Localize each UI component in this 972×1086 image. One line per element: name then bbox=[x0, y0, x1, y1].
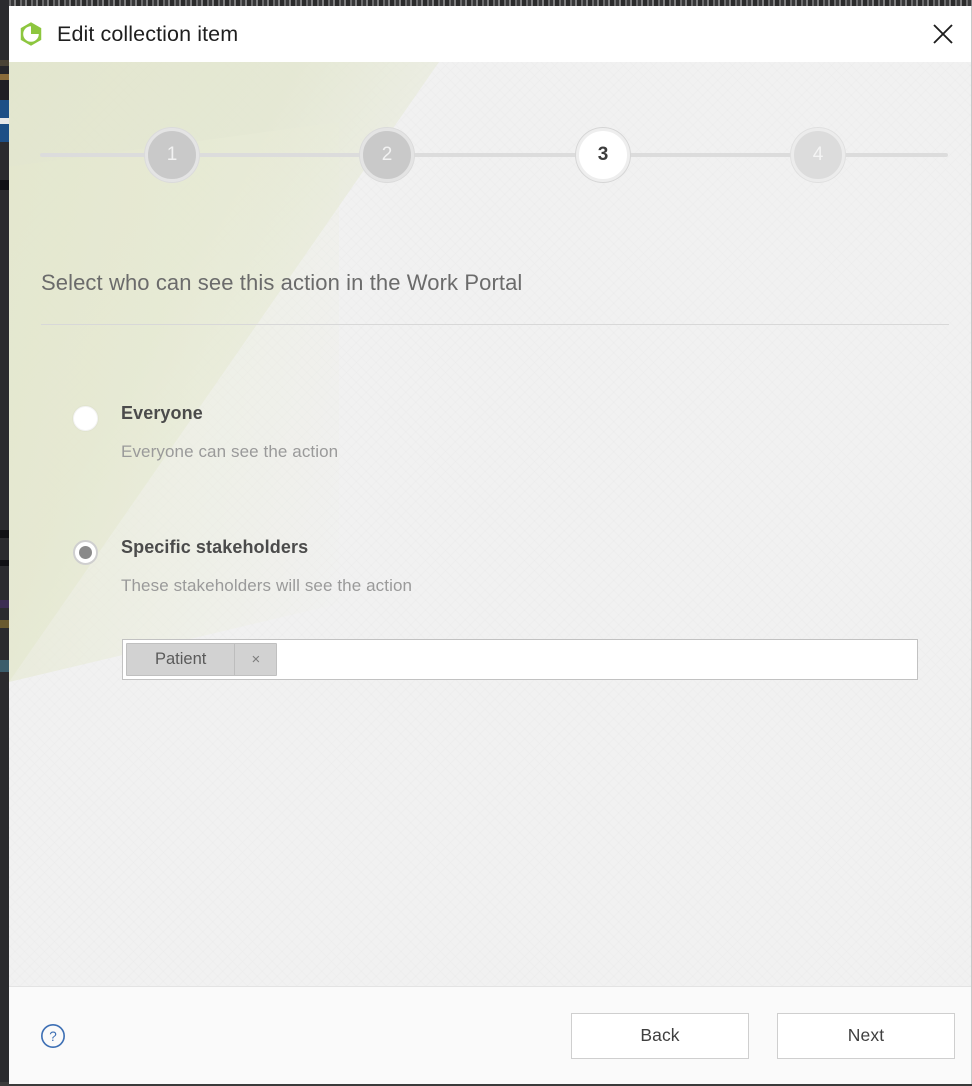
close-button[interactable] bbox=[915, 6, 971, 62]
dialog-title: Edit collection item bbox=[57, 21, 239, 46]
stepper-step-3[interactable]: 3 bbox=[576, 128, 630, 182]
stepper-step-2[interactable]: 2 bbox=[360, 128, 414, 182]
stepper-step-3-number: 3 bbox=[597, 144, 609, 165]
heading-divider bbox=[41, 324, 949, 325]
tag-patient-label: Patient bbox=[155, 650, 207, 668]
svg-text:?: ? bbox=[49, 1028, 57, 1043]
backdrop-left-strip bbox=[0, 0, 9, 1086]
next-button[interactable]: Next bbox=[777, 1012, 955, 1059]
tag-patient-remove-icon[interactable]: × bbox=[234, 644, 276, 675]
radio-specific-stakeholders[interactable] bbox=[73, 540, 98, 565]
back-button[interactable]: Back bbox=[571, 1012, 749, 1059]
stepper-step-4[interactable]: 4 bbox=[791, 128, 845, 182]
tag-patient[interactable]: Patient × bbox=[126, 643, 278, 676]
option-specific-stakeholders-title[interactable]: Specific stakeholders bbox=[121, 536, 933, 558]
close-icon bbox=[933, 24, 953, 44]
option-everyone-title[interactable]: Everyone bbox=[121, 402, 933, 424]
stepper-step-4-number: 4 bbox=[812, 144, 824, 165]
stepper-step-2-number: 2 bbox=[381, 144, 393, 165]
wizard-stepper: 1 2 3 4 bbox=[40, 128, 948, 182]
option-everyone[interactable]: Everyone Everyone can see the action bbox=[73, 402, 933, 462]
radio-everyone[interactable] bbox=[73, 406, 98, 431]
visibility-options-group: Everyone Everyone can see the action Spe… bbox=[73, 402, 933, 596]
stakeholders-text-entry[interactable] bbox=[277, 643, 914, 676]
help-circle-icon[interactable]: ? bbox=[40, 1023, 66, 1049]
stakeholders-tag-input[interactable]: Patient × bbox=[122, 639, 918, 680]
stepper-step-1[interactable]: 1 bbox=[145, 128, 199, 182]
option-specific-stakeholders[interactable]: Specific stakeholders These stakeholders… bbox=[73, 536, 933, 596]
stepper-step-1-number: 1 bbox=[166, 144, 178, 165]
section-heading: Select who can see this action in the Wo… bbox=[41, 270, 523, 295]
dialog-body: 1 2 3 4 Select who can see this action i… bbox=[9, 62, 971, 986]
option-specific-stakeholders-description: These stakeholders will see the action bbox=[121, 576, 413, 595]
option-everyone-description: Everyone can see the action bbox=[121, 442, 339, 461]
edit-collection-item-dialog: Edit collection item 1 2 3 4 Select who … bbox=[9, 6, 972, 1084]
dialog-titlebar: Edit collection item bbox=[9, 6, 971, 62]
dialog-footer: ? Back Next bbox=[9, 986, 971, 1084]
hexagon-clock-logo-icon bbox=[20, 22, 42, 46]
